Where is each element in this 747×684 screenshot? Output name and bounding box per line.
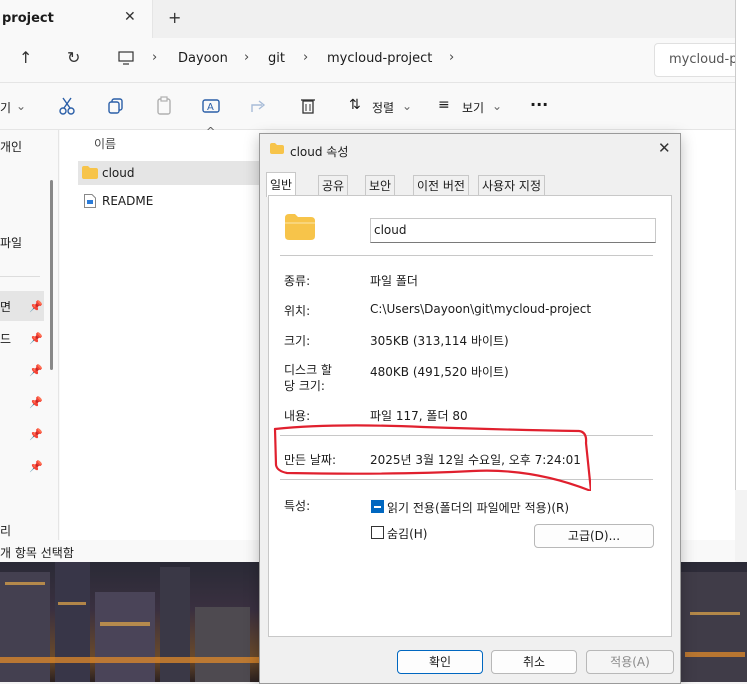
rename-icon[interactable]: A — [201, 96, 221, 116]
cancel-button[interactable]: 취소 — [491, 650, 577, 674]
paste-icon[interactable] — [154, 96, 174, 116]
refresh-icon[interactable]: ↻ — [67, 48, 80, 67]
sort-icon[interactable]: ⇅ — [349, 97, 361, 113]
apply-button[interactable]: 적용(A) — [586, 650, 674, 674]
list-item-cloud[interactable]: cloud — [102, 166, 135, 180]
breadcrumb-chevron-icon[interactable]: › — [244, 50, 249, 65]
pin-icon[interactable]: 📌 — [29, 364, 43, 377]
sidebar-divider — [0, 276, 40, 277]
pin-icon[interactable]: 📌 — [29, 396, 43, 409]
breadcrumb-chevron-icon[interactable]: › — [152, 50, 157, 65]
attributes-label: 특성: — [284, 499, 311, 513]
pin-icon[interactable]: 📌 — [29, 300, 43, 313]
hidden-checkbox[interactable] — [371, 526, 384, 539]
close-tab-icon[interactable]: ✕ — [124, 9, 136, 25]
type-label: 종류: — [284, 274, 311, 288]
divider — [280, 255, 653, 256]
dialog-title: cloud 속성 — [290, 145, 349, 159]
size-on-disk-label: 디스크 할 당 크기: — [284, 363, 332, 393]
sidebar-item-downloads[interactable]: 드 — [0, 330, 11, 347]
tab-security[interactable]: 보안 — [365, 175, 396, 196]
size-label: 크기: — [284, 334, 311, 348]
tab-general[interactable]: 일반 — [266, 172, 297, 197]
list-item-readme[interactable]: README — [102, 194, 153, 208]
add-tab-icon[interactable]: + — [168, 8, 181, 27]
advanced-button[interactable]: 고급(D)... — [534, 524, 654, 548]
tab-title: project — [2, 11, 54, 26]
file-icon — [84, 194, 96, 208]
tab-customize[interactable]: 사용자 지정 — [478, 175, 546, 196]
folder-name-value: cloud — [374, 223, 407, 237]
cut-icon[interactable] — [57, 96, 77, 116]
search-input[interactable]: mycloud-pro — [654, 43, 747, 77]
folder-icon — [270, 143, 284, 154]
sidebar-item-personal[interactable]: 개인 — [0, 138, 22, 155]
svg-text:A: A — [207, 102, 214, 113]
sidebar-item-desktop[interactable]: 면 — [0, 298, 11, 315]
breadcrumb-git[interactable]: git — [268, 51, 285, 66]
tab-previous-versions[interactable]: 이전 버전 — [413, 175, 469, 196]
this-pc-icon[interactable] — [118, 51, 134, 65]
sidebar-item-more[interactable]: 리 — [0, 522, 11, 539]
location-value: C:\Users\Dayoon\git\mycloud-project — [370, 302, 592, 316]
up-arrow-icon[interactable]: ↑ — [19, 48, 32, 67]
hidden-label[interactable]: 숨김(H) — [387, 525, 427, 542]
chevron-down-icon[interactable]: ⌄ — [492, 99, 502, 113]
folder-name-field[interactable]: cloud — [370, 218, 656, 243]
sort-button[interactable]: 정렬 — [372, 99, 394, 116]
tab-bar: project ✕ + — [0, 0, 735, 38]
tab-project[interactable]: project ✕ — [0, 0, 153, 38]
general-tab-pane — [268, 195, 672, 637]
copy-icon[interactable] — [106, 96, 126, 116]
share-icon[interactable] — [249, 96, 269, 116]
sidebar-item-files[interactable]: 파일 — [0, 234, 22, 251]
readonly-label[interactable]: 읽기 전용(폴더의 파일에만 적용)(R) — [387, 499, 569, 516]
size-on-disk-value: 480KB (491,520 바이트) — [370, 365, 509, 379]
folder-icon — [82, 166, 98, 179]
pin-icon[interactable]: 📌 — [29, 428, 43, 441]
tab-sharing[interactable]: 공유 — [318, 175, 349, 196]
red-annotation-highlight — [273, 424, 591, 491]
readonly-checkbox[interactable] — [371, 500, 384, 513]
column-header-name[interactable]: 이름 — [94, 135, 116, 152]
navigation-bar: ↑ ↻ › Dayoon › git › mycloud-project › m… — [0, 38, 747, 83]
chevron-down-icon[interactable]: ⌄ — [402, 99, 412, 113]
more-options-icon[interactable]: ··· — [530, 95, 548, 114]
new-button-label[interactable]: 기 — [0, 99, 11, 116]
properties-dialog: cloud 속성 ✕ 일반 공유 보안 이전 버전 사용자 지정 cloud 종… — [259, 133, 681, 684]
background-window-edge — [735, 0, 747, 490]
ok-button[interactable]: 확인 — [397, 650, 483, 674]
chevron-down-icon[interactable]: ⌄ — [16, 99, 26, 113]
pin-icon[interactable]: 📌 — [29, 460, 43, 473]
selection-status-text: 개 항목 선택함 — [0, 546, 74, 560]
location-label: 위치: — [284, 304, 311, 318]
breadcrumb-chevron-icon[interactable]: › — [303, 50, 308, 65]
breadcrumb-dayoon[interactable]: Dayoon — [178, 51, 228, 66]
size-value: 305KB (313,114 바이트) — [370, 334, 509, 348]
breadcrumb-mycloud-project[interactable]: mycloud-project — [327, 51, 432, 66]
sort-ascending-icon: ^ — [206, 125, 216, 138]
view-button[interactable]: 보기 — [462, 99, 484, 116]
breadcrumb-chevron-icon[interactable]: › — [449, 50, 454, 65]
type-value: 파일 폴더 — [370, 274, 418, 288]
large-folder-icon — [285, 214, 315, 240]
view-icon[interactable]: ≡ — [438, 97, 450, 113]
sidebar-scrollbar[interactable] — [50, 180, 53, 370]
delete-icon[interactable] — [298, 96, 318, 116]
pin-icon[interactable]: 📌 — [29, 332, 43, 345]
command-bar: 기 ⌄ A ⇅ 정렬 ⌄ ≡ 보기 ⌄ ··· — [0, 83, 735, 130]
close-icon[interactable]: ✕ — [658, 139, 671, 157]
